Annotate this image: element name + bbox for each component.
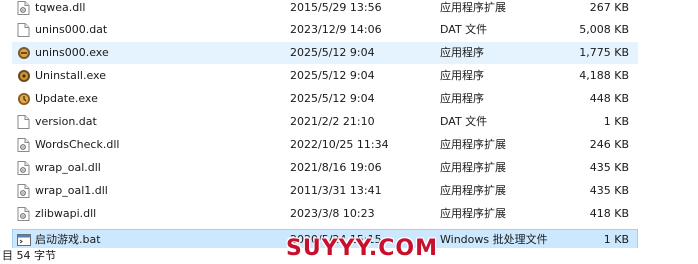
file-row[interactable]: WordsCheck.dll 2022/10/25 11:34 应用程序扩展 2… bbox=[12, 134, 638, 156]
dll-file-icon bbox=[17, 1, 30, 15]
file-size: 4,188 KB bbox=[579, 69, 629, 82]
update-app-icon bbox=[17, 92, 30, 106]
file-size: 1 KB bbox=[603, 233, 629, 246]
file-date: 2023/12/9 14:06 bbox=[290, 23, 382, 36]
file-type: 应用程序扩展 bbox=[440, 184, 506, 197]
file-type: DAT 文件 bbox=[440, 23, 488, 36]
file-name: Uninstall.exe bbox=[35, 69, 106, 82]
file-size: 448 KB bbox=[589, 92, 629, 105]
batch-file-icon bbox=[17, 233, 31, 247]
file-row[interactable]: wrap_oal1.dll 2011/3/31 13:41 应用程序扩展 435… bbox=[12, 180, 638, 202]
file-date: 2025/5/12 9:04 bbox=[290, 92, 375, 105]
file-type: DAT 文件 bbox=[440, 115, 488, 128]
file-name: wrap_oal.dll bbox=[35, 161, 101, 174]
file-type: 应用程序扩展 bbox=[440, 1, 506, 14]
file-type: 应用程序扩展 bbox=[440, 207, 506, 220]
file-date: 2023/3/8 10:23 bbox=[290, 207, 375, 220]
file-size: 435 KB bbox=[589, 184, 629, 197]
dll-file-icon bbox=[17, 184, 30, 198]
file-type: 应用程序扩展 bbox=[440, 161, 506, 174]
dll-file-icon bbox=[17, 207, 30, 221]
file-size: 435 KB bbox=[589, 161, 629, 174]
file-row[interactable]: Uninstall.exe 2025/5/12 9:04 应用程序 4,188 … bbox=[12, 65, 638, 87]
file-name: unins000.dat bbox=[35, 23, 108, 36]
file-date: 2011/3/31 13:41 bbox=[290, 184, 382, 197]
file-date: 2022/10/25 11:34 bbox=[290, 138, 389, 151]
file-type: Windows 批处理文件 bbox=[440, 233, 548, 246]
file-type: 应用程序扩展 bbox=[440, 138, 506, 151]
file-row[interactable]: zlibwapi.dll 2023/3/8 10:23 应用程序扩展 418 K… bbox=[12, 203, 638, 225]
file-row[interactable]: tqwea.dll 2015/5/29 13:56 应用程序扩展 267 KB bbox=[12, 0, 638, 19]
file-row[interactable]: Update.exe 2025/5/12 9:04 应用程序 448 KB bbox=[12, 88, 638, 110]
file-name: WordsCheck.dll bbox=[35, 138, 120, 151]
file-date: 2025/5/12 9:04 bbox=[290, 69, 375, 82]
file-name: unins000.exe bbox=[35, 46, 109, 59]
dll-file-icon bbox=[17, 138, 30, 152]
file-size: 246 KB bbox=[589, 138, 629, 151]
file-date: 2021/8/16 19:06 bbox=[290, 161, 382, 174]
dll-file-icon bbox=[17, 161, 30, 175]
uninstaller-icon bbox=[17, 46, 30, 60]
file-name: Update.exe bbox=[35, 92, 98, 105]
file-type: 应用程序 bbox=[440, 92, 484, 105]
status-text: 目 54 字节 bbox=[2, 249, 56, 262]
file-name: 启动游戏.bat bbox=[35, 233, 101, 246]
file-name: wrap_oal1.dll bbox=[35, 184, 108, 197]
file-type: 应用程序 bbox=[440, 69, 484, 82]
watermark: SUYYY.COM bbox=[286, 236, 438, 261]
file-size: 1,775 KB bbox=[579, 46, 629, 59]
file-name: zlibwapi.dll bbox=[35, 207, 97, 220]
file-date: 2021/2/2 21:10 bbox=[290, 115, 375, 128]
file-size: 1 KB bbox=[603, 115, 629, 128]
file-name: tqwea.dll bbox=[35, 1, 86, 14]
file-row[interactable]: unins000.exe 2025/5/12 9:04 应用程序 1,775 K… bbox=[12, 42, 638, 64]
file-row[interactable]: wrap_oal.dll 2021/8/16 19:06 应用程序扩展 435 … bbox=[12, 157, 638, 179]
dat-file-icon bbox=[17, 115, 30, 129]
file-date: 2025/5/12 9:04 bbox=[290, 46, 375, 59]
uninstall-app-icon bbox=[17, 69, 30, 83]
file-type: 应用程序 bbox=[440, 46, 484, 59]
file-row[interactable]: version.dat 2021/2/2 21:10 DAT 文件 1 KB bbox=[12, 111, 638, 133]
file-date: 2015/5/29 13:56 bbox=[290, 1, 382, 14]
dat-file-icon bbox=[17, 23, 30, 37]
file-name: version.dat bbox=[35, 115, 97, 128]
file-size: 5,008 KB bbox=[579, 23, 629, 36]
file-size: 418 KB bbox=[589, 207, 629, 220]
file-size: 267 KB bbox=[589, 1, 629, 14]
file-row[interactable]: unins000.dat 2023/12/9 14:06 DAT 文件 5,00… bbox=[12, 19, 638, 41]
